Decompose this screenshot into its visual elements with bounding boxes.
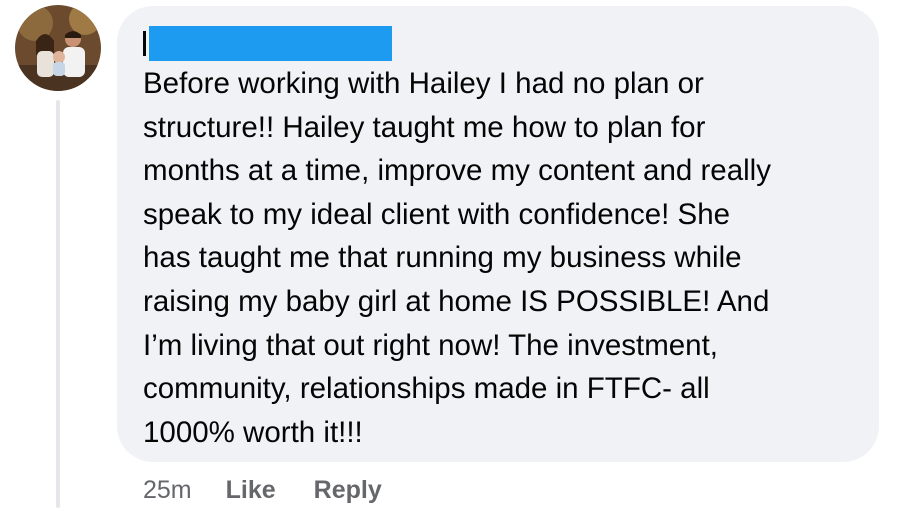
like-button[interactable]: Like (226, 476, 276, 505)
name-redaction (149, 26, 392, 61)
thread-line (56, 100, 60, 508)
author-name[interactable] (143, 26, 392, 61)
reply-button[interactable]: Reply (314, 476, 382, 505)
comment-thread: Before working with Hailey I had no plan… (0, 0, 905, 508)
avatar-photo (15, 5, 101, 91)
timestamp[interactable]: 25m (143, 476, 192, 505)
avatar[interactable] (15, 5, 101, 91)
name-initial (143, 31, 146, 56)
comment-actions: 25m Like Reply (143, 472, 382, 508)
comment-text: Before working with Hailey I had no plan… (143, 67, 771, 449)
